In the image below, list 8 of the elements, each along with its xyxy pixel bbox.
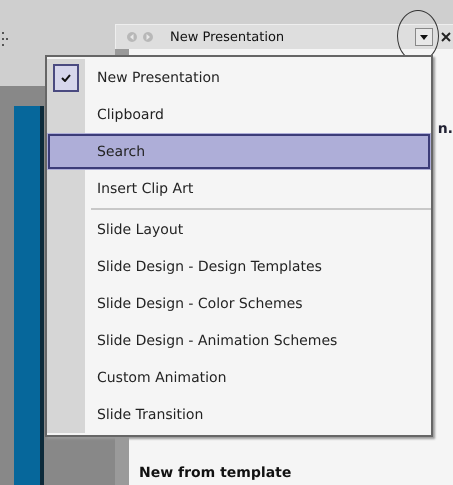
close-icon[interactable] [441,32,451,42]
caret-icon [420,34,428,40]
pane-text: n. [438,121,453,137]
dropdown-button[interactable] [415,28,433,46]
grip-icon [2,32,8,46]
section-heading: New from template [139,465,292,481]
task-pane-title: New Presentation [170,30,286,44]
menu-item[interactable]: Search [47,133,431,170]
